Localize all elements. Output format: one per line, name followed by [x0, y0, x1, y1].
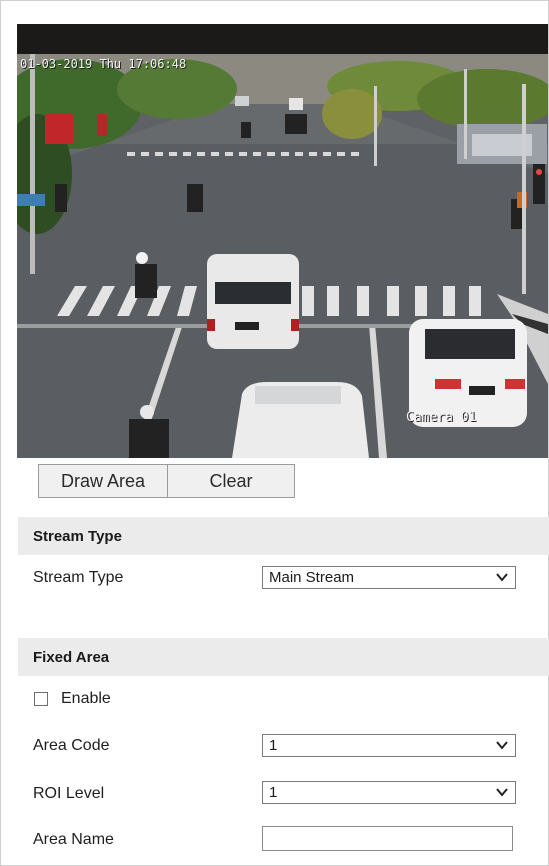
area-name-label: Area Name [33, 831, 114, 848]
white-van [207, 254, 299, 349]
clear-button[interactable]: Clear [167, 464, 295, 498]
area-name-input[interactable] [262, 826, 513, 851]
roi-level-select[interactable]: 1 [262, 781, 516, 804]
chevron-down-icon [496, 741, 508, 750]
osd-camera-name: Camera 01 [406, 410, 477, 425]
traffic-scene-image [17, 24, 548, 458]
enable-checkbox[interactable] [34, 692, 48, 706]
video-preview[interactable]: 01-03-2019 Thu 17:06:48 Camera 01 [17, 24, 548, 458]
area-code-select[interactable]: 1 [262, 734, 516, 757]
area-code-value: 1 [269, 737, 278, 754]
stream-type-select[interactable]: Main Stream [262, 566, 516, 589]
stream-type-section-header: Stream Type [18, 517, 549, 555]
osd-timestamp: 01-03-2019 Thu 17:06:48 [20, 57, 187, 71]
roi-level-label: ROI Level [33, 785, 105, 802]
area-code-label: Area Code [33, 737, 110, 754]
white-car-bottom [232, 382, 369, 458]
stream-type-label: Stream Type [33, 569, 124, 586]
enable-label: Enable [61, 690, 111, 707]
chevron-down-icon [496, 573, 508, 582]
draw-area-button[interactable]: Draw Area [38, 464, 168, 498]
chevron-down-icon [496, 788, 508, 797]
fixed-area-section-header: Fixed Area [18, 638, 549, 676]
roi-level-value: 1 [269, 784, 278, 801]
stream-type-value: Main Stream [269, 569, 355, 586]
